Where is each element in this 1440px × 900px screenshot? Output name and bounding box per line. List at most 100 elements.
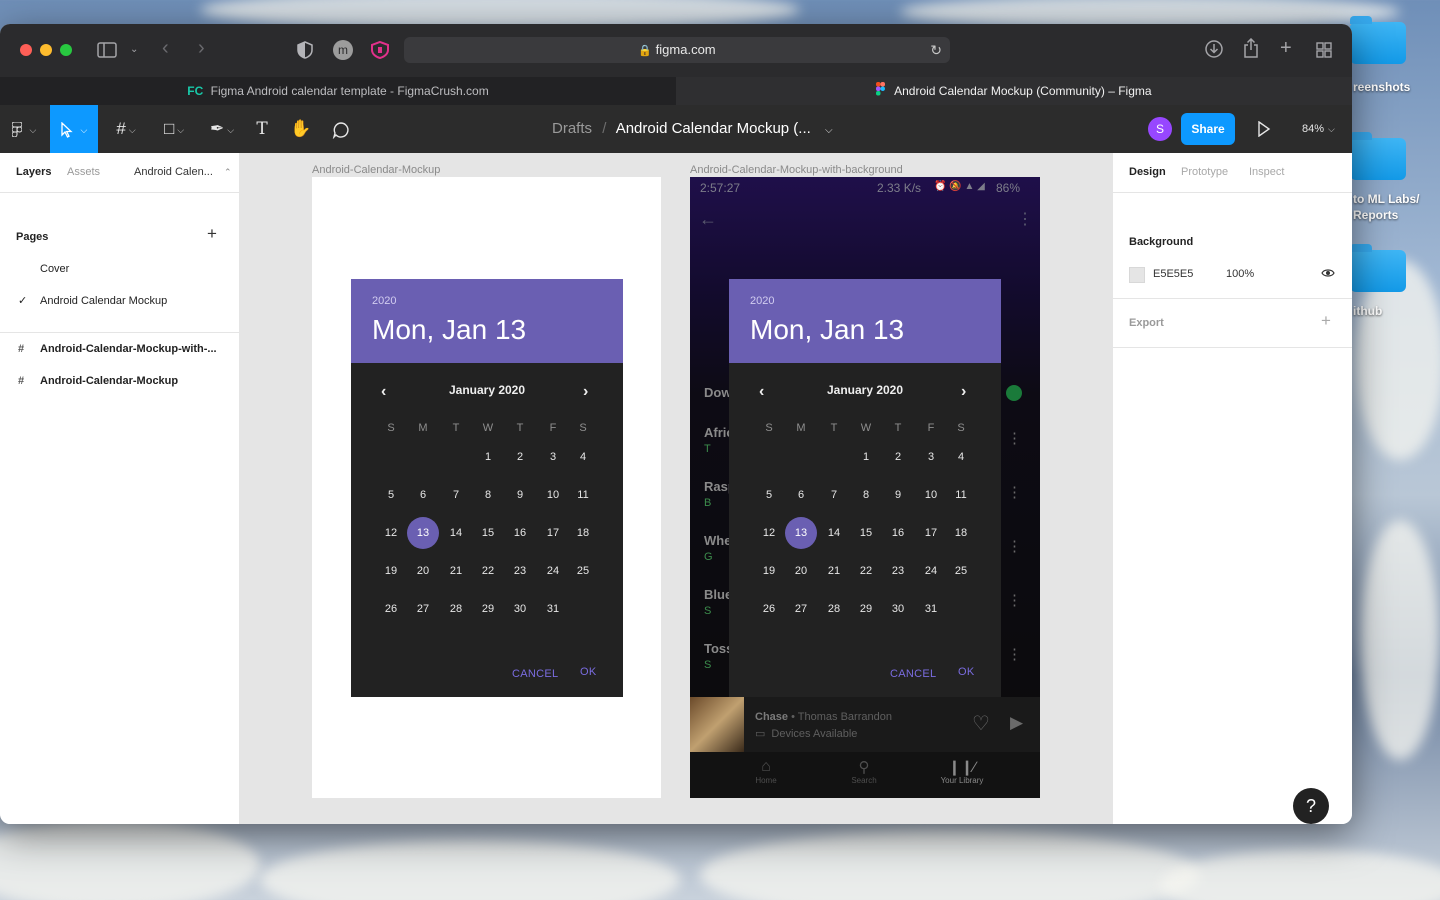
tab-figma[interactable]: Android Calendar Mockup (Community) – Fi… xyxy=(676,77,1352,105)
calendar-day[interactable]: 24 xyxy=(537,555,569,587)
next-month-chevron-icon[interactable]: › xyxy=(961,383,966,401)
calendar-day[interactable]: 28 xyxy=(818,593,850,625)
shape-tool[interactable]: □ ⌵ xyxy=(154,105,194,153)
calendar-day[interactable]: 22 xyxy=(850,555,882,587)
close-window-button[interactable] xyxy=(20,44,32,56)
calendar-day[interactable]: 17 xyxy=(915,517,947,549)
calendar-day[interactable]: 15 xyxy=(850,517,882,549)
pen-tool[interactable]: ✒ ⌵ xyxy=(202,105,242,153)
frame-label[interactable]: Android-Calendar-Mockup-with-background xyxy=(690,164,903,176)
hand-tool[interactable]: ✋ xyxy=(288,105,314,153)
downloads-icon[interactable] xyxy=(1205,40,1223,62)
page-item-cover[interactable]: Cover xyxy=(0,253,239,285)
layer-item[interactable]: # Android-Calendar-Mockup-with-... xyxy=(0,333,239,365)
frame-android-calendar-mockup-with-background[interactable]: 2:57:27 2.33 K/s ⏰ 🔕 ▲ ◢ 86% ← ⋮ Dow Afr… xyxy=(690,177,1040,798)
minimize-window-button[interactable] xyxy=(40,44,52,56)
selected-day[interactable]: 13 xyxy=(407,517,439,549)
desktop-folder-icon[interactable] xyxy=(1350,16,1406,64)
calendar-day[interactable]: 5 xyxy=(375,479,407,511)
calendar-day[interactable]: 19 xyxy=(375,555,407,587)
zoom-window-button[interactable] xyxy=(60,44,72,56)
calendar-day[interactable]: 3 xyxy=(915,441,947,473)
file-name[interactable]: Android Calendar Mockup (... xyxy=(616,120,811,137)
extension-m-icon[interactable]: m xyxy=(333,40,353,60)
frame-tool[interactable]: # ⌵ xyxy=(106,105,146,153)
shield-icon[interactable] xyxy=(297,41,313,63)
address-bar[interactable]: 🔒 figma.com ↻ xyxy=(404,37,950,63)
dialog-year[interactable]: 2020 xyxy=(372,295,396,307)
calendar-day[interactable]: 7 xyxy=(818,479,850,511)
calendar-day[interactable]: 25 xyxy=(945,555,977,587)
eye-icon[interactable] xyxy=(1321,266,1335,284)
selected-day[interactable]: 13 xyxy=(785,517,817,549)
calendar-day[interactable]: 4 xyxy=(567,441,599,473)
main-menu-button[interactable]: ⌵ xyxy=(0,105,48,153)
reload-icon[interactable]: ↻ xyxy=(930,37,942,63)
calendar-day[interactable]: 8 xyxy=(850,479,882,511)
cancel-button[interactable]: CANCEL xyxy=(512,668,558,680)
tab-overview-icon[interactable] xyxy=(1316,42,1332,62)
tab-prototype[interactable]: Prototype xyxy=(1181,166,1228,178)
frame-android-calendar-mockup[interactable]: 2020 Mon, Jan 13 ‹ January 2020 › S M T W T F S 1 2 3 4… xyxy=(312,177,661,798)
extension-shield-icon[interactable] xyxy=(370,40,390,64)
desktop-folder-icon[interactable] xyxy=(1350,132,1406,180)
chevron-down-icon[interactable]: ⌵ xyxy=(825,125,833,136)
calendar-day[interactable]: 26 xyxy=(753,593,785,625)
calendar-day[interactable]: 14 xyxy=(818,517,850,549)
layer-item[interactable]: # Android-Calendar-Mockup xyxy=(0,365,239,397)
calendar-day[interactable]: 5 xyxy=(753,479,785,511)
calendar-day[interactable]: 30 xyxy=(882,593,914,625)
calendar-day[interactable]: 14 xyxy=(440,517,472,549)
background-color-swatch[interactable] xyxy=(1129,267,1145,283)
calendar-day[interactable]: 16 xyxy=(504,517,536,549)
desktop-folder-icon[interactable] xyxy=(1350,244,1406,292)
calendar-day[interactable]: 29 xyxy=(472,593,504,625)
canvas[interactable]: Android-Calendar-Mockup 2020 Mon, Jan 13 ‹… xyxy=(240,153,1112,824)
tab-assets[interactable]: Assets xyxy=(67,166,100,178)
avatar[interactable]: S xyxy=(1148,117,1172,141)
calendar-day[interactable]: 6 xyxy=(785,479,817,511)
tab-figmacrush[interactable]: FC Figma Android calendar template - Fig… xyxy=(0,77,676,105)
calendar-day[interactable]: 8 xyxy=(472,479,504,511)
ok-button[interactable]: OK xyxy=(958,666,975,678)
sidebar-toggle-icon[interactable] xyxy=(97,42,117,62)
background-opacity-input[interactable]: 100% xyxy=(1226,268,1254,280)
calendar-day[interactable]: 31 xyxy=(915,593,947,625)
calendar-day[interactable]: 25 xyxy=(567,555,599,587)
frame-label[interactable]: Android-Calendar-Mockup xyxy=(312,164,440,176)
calendar-day[interactable]: 9 xyxy=(882,479,914,511)
calendar-day[interactable]: 21 xyxy=(440,555,472,587)
add-page-plus-icon[interactable]: + xyxy=(207,224,217,244)
calendar-day[interactable]: 10 xyxy=(915,479,947,511)
tab-design[interactable]: Design xyxy=(1129,166,1166,178)
share-button[interactable]: Share xyxy=(1181,113,1235,145)
calendar-day[interactable]: 10 xyxy=(537,479,569,511)
calendar-day[interactable]: 20 xyxy=(785,555,817,587)
calendar-day[interactable]: 31 xyxy=(537,593,569,625)
breadcrumb-drafts[interactable]: Drafts xyxy=(552,120,592,137)
tab-inspect[interactable]: Inspect xyxy=(1249,166,1284,178)
calendar-day[interactable]: 11 xyxy=(567,479,599,511)
calendar-day[interactable]: 24 xyxy=(915,555,947,587)
ok-button[interactable]: OK xyxy=(580,666,597,678)
tab-layers[interactable]: Layers xyxy=(16,166,51,178)
calendar-day[interactable]: 27 xyxy=(407,593,439,625)
comment-tool[interactable] xyxy=(328,105,354,153)
back-icon[interactable]: ‹ xyxy=(162,38,169,58)
calendar-day[interactable]: 29 xyxy=(850,593,882,625)
move-tool[interactable]: ⌵ xyxy=(50,105,98,153)
calendar-day[interactable]: 4 xyxy=(945,441,977,473)
calendar-day[interactable]: 12 xyxy=(375,517,407,549)
calendar-day[interactable]: 26 xyxy=(375,593,407,625)
calendar-day[interactable]: 3 xyxy=(537,441,569,473)
calendar-day[interactable]: 27 xyxy=(785,593,817,625)
help-button[interactable]: ? xyxy=(1293,788,1329,824)
calendar-day[interactable]: 15 xyxy=(472,517,504,549)
calendar-day[interactable]: 21 xyxy=(818,555,850,587)
calendar-day[interactable]: 6 xyxy=(407,479,439,511)
page-selector[interactable]: Android Calen... ⌃ xyxy=(134,166,232,178)
calendar-day[interactable]: 23 xyxy=(882,555,914,587)
zoom-dropdown[interactable]: 84% ⌵ xyxy=(1302,105,1335,153)
calendar-day[interactable]: 22 xyxy=(472,555,504,587)
next-month-chevron-icon[interactable]: › xyxy=(583,383,588,401)
